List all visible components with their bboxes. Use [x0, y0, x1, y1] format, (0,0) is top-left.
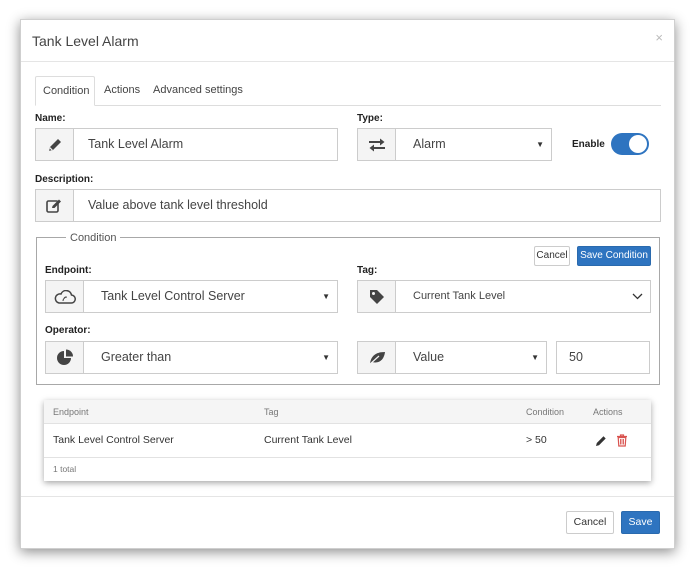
pie-chart-icon	[46, 342, 84, 373]
operator-label: Operator:	[45, 325, 91, 336]
name-label: Name:	[35, 113, 66, 124]
tab-advanced-settings[interactable]: Advanced settings	[146, 76, 250, 106]
column-header-actions: Actions	[593, 407, 623, 417]
dialog-header: Tank Level Alarm ×	[21, 20, 674, 62]
row-tag: Current Tank Level	[264, 434, 352, 446]
tag-label: Tag:	[357, 265, 378, 276]
tab-actions[interactable]: Actions	[97, 76, 147, 106]
column-header-endpoint: Endpoint	[53, 407, 89, 417]
pencil-icon	[36, 129, 74, 160]
cloud-icon	[46, 281, 84, 312]
column-header-condition: Condition	[526, 407, 565, 417]
edit-square-icon	[36, 190, 74, 221]
chevron-down-icon: ▼	[322, 292, 330, 301]
enable-label: Enable	[572, 139, 605, 150]
row-endpoint: Tank Level Control Server	[53, 434, 174, 446]
type-value: Alarm	[413, 137, 446, 151]
description-value: Value above tank level threshold	[88, 198, 268, 212]
tab-bar: Condition Actions Advanced settings	[35, 76, 661, 106]
chevron-down-icon	[632, 281, 643, 312]
value-input-text: 50	[569, 350, 583, 364]
tab-condition[interactable]: Condition	[35, 76, 95, 106]
row-condition: > 50	[526, 434, 547, 446]
operator-value: Greater than	[101, 350, 172, 364]
chevron-down-icon: ▼	[531, 353, 539, 362]
column-header-tag: Tag	[264, 407, 279, 417]
name-field[interactable]: Tank Level Alarm	[35, 128, 338, 161]
description-label: Description:	[35, 174, 94, 185]
tag-value: Current Tank Level	[413, 290, 506, 302]
description-field[interactable]: Value above tank level threshold	[35, 189, 661, 222]
dialog-title: Tank Level Alarm	[32, 33, 139, 49]
tag-select[interactable]: Current Tank Level	[357, 280, 651, 313]
endpoint-label: Endpoint:	[45, 265, 92, 276]
exchange-icon	[358, 129, 396, 160]
cancel-button[interactable]: Cancel	[566, 511, 614, 534]
alarm-dialog: Tank Level Alarm × Condition Actions Adv…	[20, 19, 675, 549]
enable-toggle[interactable]	[611, 133, 649, 155]
conditions-table: Endpoint Tag Condition Actions Tank Leve…	[44, 400, 651, 481]
save-button[interactable]: Save	[621, 511, 660, 534]
chevron-down-icon: ▼	[322, 353, 330, 362]
type-label: Type:	[357, 113, 383, 124]
row-divider	[44, 457, 651, 458]
value-type-select[interactable]: Value ▼	[357, 341, 547, 374]
close-icon[interactable]: ×	[655, 30, 663, 45]
footer-divider	[21, 496, 674, 497]
operator-select[interactable]: Greater than ▼	[45, 341, 338, 374]
value-input[interactable]: 50	[556, 341, 650, 374]
endpoint-select[interactable]: Tank Level Control Server ▼	[45, 280, 338, 313]
endpoint-value: Tank Level Control Server	[101, 289, 245, 303]
edit-icon[interactable]	[595, 435, 607, 447]
chevron-down-icon: ▼	[536, 140, 544, 149]
value-type-value: Value	[413, 350, 445, 364]
type-select[interactable]: Alarm ▼	[357, 128, 552, 161]
tag-icon	[358, 281, 396, 312]
table-footer-count: 1 total	[53, 464, 77, 474]
condition-cancel-button[interactable]: Cancel	[534, 246, 570, 266]
leaf-icon	[358, 342, 396, 373]
trash-icon[interactable]	[616, 434, 628, 447]
condition-legend: Condition	[66, 232, 121, 244]
save-condition-button[interactable]: Save Condition	[577, 246, 651, 266]
name-value: Tank Level Alarm	[88, 137, 184, 151]
toggle-knob	[629, 135, 647, 153]
